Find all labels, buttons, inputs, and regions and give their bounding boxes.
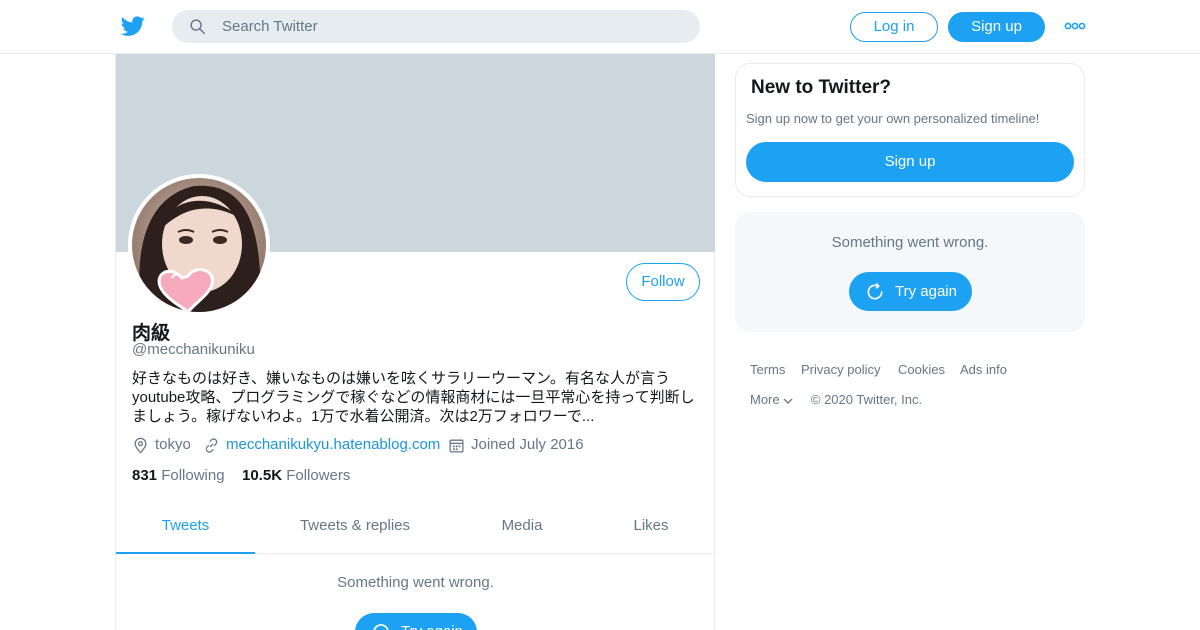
profile-handle: @mecchanikuniku	[132, 341, 255, 358]
tab-tweets[interactable]: Tweets	[116, 506, 255, 554]
profile-website-link[interactable]: mecchanikukyu.hatenablog.com	[226, 436, 440, 453]
footer-ads-link[interactable]: Ads info	[960, 362, 1007, 377]
profile-tabs: Tweets Tweets & replies Media Likes	[116, 506, 715, 554]
footer-more-link[interactable]: More	[750, 392, 797, 407]
search-icon	[190, 19, 205, 34]
login-button[interactable]: Log in	[850, 12, 938, 42]
follow-button[interactable]: Follow	[626, 263, 700, 301]
new-to-twitter-card: New to Twitter? Sign up now to get your …	[735, 63, 1085, 197]
search-bar[interactable]	[172, 10, 700, 43]
new-to-twitter-text: Sign up now to get your own personalized…	[746, 111, 1040, 126]
footer-cookies-link[interactable]: Cookies	[898, 362, 945, 377]
refresh-icon	[867, 283, 883, 300]
twitter-bird-icon[interactable]	[120, 14, 146, 38]
profile-location: tokyo	[155, 436, 191, 453]
footer-terms-link[interactable]: Terms	[750, 362, 785, 377]
footer-copyright: © 2020 Twitter, Inc.	[810, 392, 923, 407]
chevron-down-icon	[783, 398, 793, 404]
sidebar-signup-button[interactable]: Sign up	[746, 142, 1074, 182]
link-icon	[205, 438, 218, 453]
new-to-twitter-title: New to Twitter?	[751, 77, 892, 98]
calendar-icon	[449, 439, 464, 453]
sidebar-error-card: Something went wrong. Try again	[735, 212, 1085, 332]
timeline-error-message: Something went wrong.	[337, 574, 494, 591]
sidebar-retry-button[interactable]: Try again	[849, 272, 972, 311]
tab-media[interactable]: Media	[482, 506, 562, 554]
profile-column: Follow 肉級 @mecchanikuniku 好きなものは好き、嫌いなもの…	[115, 54, 715, 630]
profile-bio: 好きなものは好き、嫌いなものは嫌いを呟くサラリーウーマン。有名な人が言うyout…	[132, 370, 695, 425]
following-label: Following	[161, 467, 225, 484]
footer-privacy-link[interactable]: Privacy policy	[801, 362, 880, 377]
following-count: 831	[132, 467, 158, 484]
tab-likes[interactable]: Likes	[616, 506, 686, 554]
avatar[interactable]	[128, 174, 270, 316]
top-navigation-bar: Log in Sign up	[0, 0, 1200, 54]
followers-stat[interactable]: 10.5K Followers	[242, 467, 350, 484]
following-stat[interactable]: 831 Following	[132, 467, 225, 484]
location-icon	[134, 437, 147, 454]
sidebar-retry-label: Try again	[895, 283, 957, 300]
timeline-retry-label: Try again	[401, 613, 463, 630]
footer-row-2: More © 2020 Twitter, Inc.	[750, 392, 922, 407]
footer-more-label: More	[750, 392, 780, 407]
avatar-photo	[132, 178, 266, 312]
followers-count: 10.5K	[242, 467, 283, 484]
profile-joined-date: Joined July 2016	[471, 436, 584, 453]
more-dots-icon[interactable]	[1064, 18, 1086, 34]
signup-button[interactable]: Sign up	[948, 12, 1045, 42]
timeline-retry-button[interactable]: Try again	[355, 613, 477, 630]
refresh-icon	[373, 624, 389, 630]
followers-label: Followers	[286, 467, 351, 484]
tab-tweets-and-replies[interactable]: Tweets & replies	[281, 506, 429, 554]
sidebar-error-message: Something went wrong.	[831, 234, 989, 251]
search-input[interactable]	[222, 10, 682, 43]
